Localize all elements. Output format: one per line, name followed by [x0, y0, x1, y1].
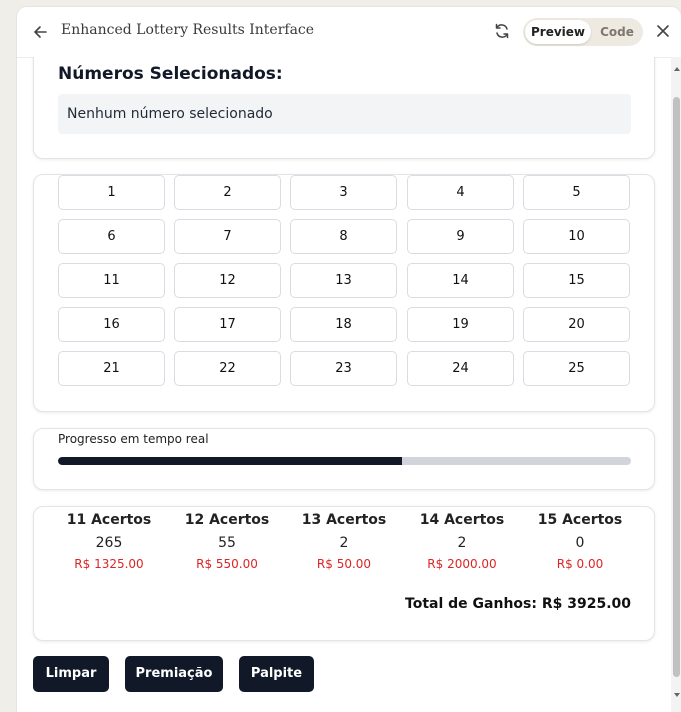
number-button[interactable]: 20 [523, 307, 630, 342]
arrow-left-icon[interactable] [31, 23, 49, 41]
app-window: Enhanced Lottery Results Interface Previ… [17, 7, 681, 712]
result-title: 12 Acertos [184, 512, 270, 528]
number-grid-card: 1 2 3 4 5 6 7 8 9 10 11 12 13 14 15 16 17 18 19 20 21 22 23 24 2… [33, 174, 655, 412]
progress-fill [58, 457, 402, 465]
number-button[interactable]: 6 [58, 219, 165, 254]
number-button[interactable]: 18 [290, 307, 397, 342]
refresh-icon[interactable] [493, 22, 511, 40]
result-column: 11 Acertos 265 R$ 1325.00 [50, 512, 168, 571]
result-count: 55 [218, 535, 236, 551]
result-count: 2 [457, 535, 467, 551]
result-title: 14 Acertos [419, 512, 505, 528]
number-button[interactable]: 16 [58, 307, 165, 342]
result-count: 0 [575, 535, 585, 551]
number-button[interactable]: 15 [523, 263, 630, 298]
result-title: 13 Acertos [301, 512, 387, 528]
result-column: 13 Acertos 2 R$ 50.00 [285, 512, 403, 571]
preview-tab[interactable]: Preview [525, 20, 591, 44]
number-button[interactable]: 17 [174, 307, 281, 342]
number-button[interactable]: 10 [523, 219, 630, 254]
number-button[interactable]: 2 [174, 175, 281, 210]
result-title: 15 Acertos [537, 512, 623, 528]
close-icon[interactable] [655, 23, 671, 39]
result-title: 11 Acertos [66, 512, 152, 528]
view-toggle: Preview Code [523, 18, 643, 46]
result-column: 12 Acertos 55 R$ 550.00 [168, 512, 286, 571]
number-button[interactable]: 14 [407, 263, 514, 298]
prizes-button[interactable]: Premiação [125, 656, 223, 692]
content-area: Números Selecionados: Nenhum número sele… [17, 57, 681, 712]
results-card: Total de Ganhos: R$ 3925.00 11 Acertos 26… [33, 506, 655, 641]
result-column: 14 Acertos 2 R$ 2000.00 [403, 512, 521, 571]
number-button[interactable]: 21 [58, 351, 165, 386]
scroll-up-arrow-icon[interactable] [674, 67, 680, 71]
result-count: 2 [339, 535, 349, 551]
result-prize: R$ 0.00 [556, 557, 604, 571]
result-count: 265 [95, 535, 123, 551]
selected-numbers-display: Nenhum número selecionado [58, 94, 631, 134]
result-prize: R$ 550.00 [196, 557, 258, 571]
progress-card: Progresso em tempo real [33, 428, 655, 490]
title-bar: Enhanced Lottery Results Interface Previ… [17, 7, 681, 58]
result-prize: R$ 1325.00 [74, 557, 144, 571]
progress-label: Progresso em tempo real [58, 432, 209, 446]
number-button[interactable]: 3 [290, 175, 397, 210]
number-button[interactable]: 24 [407, 351, 514, 386]
result-prize: R$ 50.00 [316, 557, 372, 571]
number-button[interactable]: 4 [407, 175, 514, 210]
selected-numbers-heading: Números Selecionados: [58, 64, 283, 84]
progress-bar [58, 457, 631, 465]
number-button[interactable]: 13 [290, 263, 397, 298]
code-tab[interactable]: Code [593, 20, 641, 44]
number-button[interactable]: 12 [174, 263, 281, 298]
guess-button[interactable]: Palpite [239, 656, 314, 692]
number-button[interactable]: 9 [407, 219, 514, 254]
window-title: Enhanced Lottery Results Interface [61, 22, 315, 38]
number-button[interactable]: 22 [174, 351, 281, 386]
number-button[interactable]: 5 [523, 175, 630, 210]
scroll-down-arrow-icon[interactable] [674, 693, 680, 697]
number-button[interactable]: 25 [523, 351, 630, 386]
number-button[interactable]: 19 [407, 307, 514, 342]
total-winnings: Total de Ganhos: R$ 3925.00 [405, 596, 631, 612]
number-button[interactable]: 1 [58, 175, 165, 210]
result-column: 15 Acertos 0 R$ 0.00 [521, 512, 639, 571]
number-button[interactable]: 23 [290, 351, 397, 386]
number-button[interactable]: 11 [58, 263, 165, 298]
selected-numbers-card: Números Selecionados: Nenhum número sele… [33, 57, 655, 159]
number-button[interactable]: 7 [174, 219, 281, 254]
number-button[interactable]: 8 [290, 219, 397, 254]
scrollbar-thumb[interactable] [673, 97, 680, 677]
clear-button[interactable]: Limpar [33, 656, 109, 692]
result-prize: R$ 2000.00 [427, 557, 497, 571]
